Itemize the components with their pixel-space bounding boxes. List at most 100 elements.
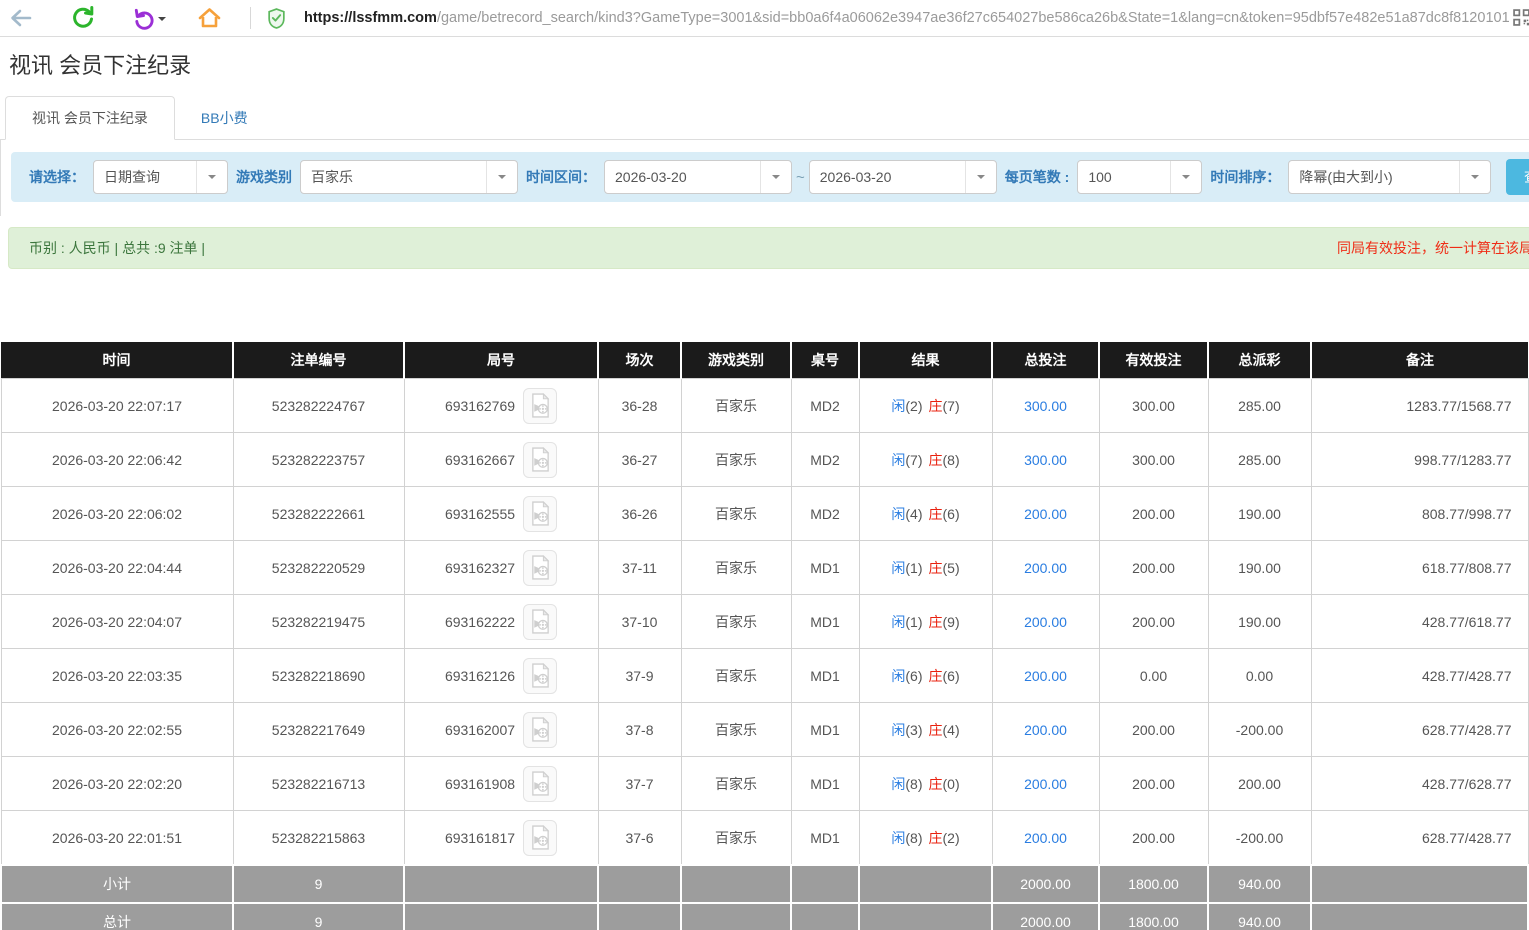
date-to-select[interactable]: 2026-03-20 — [809, 160, 997, 194]
cell-game-type: 百家乐 — [681, 703, 791, 757]
search-button[interactable]: 查询 — [1506, 159, 1529, 195]
video-replay-button[interactable] — [523, 820, 557, 856]
video-replay-button[interactable] — [523, 658, 557, 694]
cell-result: 闲(3)庄(4) — [859, 703, 992, 757]
browser-toolbar: https://lssfmm.com/game/betrecord_search… — [0, 0, 1529, 37]
video-replay-button[interactable] — [523, 712, 557, 748]
total-bet-link[interactable]: 300.00 — [1024, 452, 1067, 468]
header-payout: 总派彩 — [1208, 342, 1311, 379]
video-file-icon — [530, 825, 551, 850]
cell-round: 693161908 — [404, 757, 598, 811]
video-file-icon — [530, 663, 551, 688]
header-time: 时间 — [1, 342, 233, 379]
video-file-icon — [530, 609, 551, 634]
cell-payout: 0.00 — [1208, 649, 1311, 703]
qr-code-icon[interactable] — [1509, 9, 1529, 31]
tab-bb-tip[interactable]: BB小费 — [175, 97, 274, 139]
cell-payout: 285.00 — [1208, 379, 1311, 433]
chevron-down-icon[interactable] — [486, 161, 517, 193]
cell-session: 37-11 — [598, 541, 681, 595]
cell-game-type: 百家乐 — [681, 595, 791, 649]
cell-valid-bet: 200.00 — [1099, 595, 1208, 649]
video-replay-button[interactable] — [523, 550, 557, 586]
sort-order-label: 时间排序： — [1210, 167, 1280, 187]
grand-total-payout: 940.00 — [1208, 903, 1311, 930]
table-row: 2026-03-20 22:06:42 523282223757 6931626… — [1, 433, 1528, 487]
chevron-down-icon[interactable] — [965, 161, 996, 193]
cell-total-bet: 200.00 — [992, 757, 1099, 811]
total-bet-link[interactable]: 200.00 — [1024, 722, 1067, 738]
video-replay-button[interactable] — [523, 496, 557, 532]
game-type-label: 游戏类别 — [236, 167, 292, 187]
total-bet-link[interactable]: 200.00 — [1024, 776, 1067, 792]
result-banker-label: 庄 — [929, 614, 943, 630]
total-bet-link[interactable]: 300.00 — [1024, 398, 1067, 414]
cell-bet-id: 523282215863 — [233, 811, 404, 866]
total-bet-link[interactable]: 200.00 — [1024, 560, 1067, 576]
undo-dropdown-caret[interactable] — [158, 17, 166, 25]
cell-payout: -200.00 — [1208, 811, 1311, 866]
summary-bar: 币别 : 人民币 | 总共 :9 注单 | 同局有效投注，统一计算在该局 — [8, 227, 1529, 269]
result-banker-score: (8) — [943, 452, 960, 468]
result-player-score: (2) — [905, 398, 922, 414]
cell-round: 693162007 — [404, 703, 598, 757]
chevron-down-icon[interactable] — [1170, 161, 1201, 193]
total-bet-link[interactable]: 200.00 — [1024, 614, 1067, 630]
table-header: 时间 注单编号 局号 场次 游戏类别 桌号 结果 总投注 有效投注 总派彩 备注 — [1, 342, 1528, 379]
total-bet-link[interactable]: 200.00 — [1024, 506, 1067, 522]
home-icon[interactable] — [196, 6, 222, 30]
result-player-label: 闲 — [891, 722, 905, 738]
cell-note: 428.77/618.77 — [1311, 595, 1528, 649]
result-banker-score: (6) — [943, 668, 960, 684]
video-replay-button[interactable] — [523, 766, 557, 802]
chevron-down-icon[interactable] — [196, 161, 227, 193]
cell-bet-id: 523282224767 — [233, 379, 404, 433]
address-bar[interactable]: https://lssfmm.com/game/betrecord_search… — [304, 10, 1529, 26]
security-shield-icon[interactable] — [267, 8, 286, 29]
total-bet-link[interactable]: 200.00 — [1024, 830, 1067, 846]
result-banker-label: 庄 — [929, 830, 943, 846]
chevron-down-icon[interactable] — [760, 161, 791, 193]
cell-payout: -200.00 — [1208, 703, 1311, 757]
date-from-select[interactable]: 2026-03-20 — [604, 160, 792, 194]
video-replay-button[interactable] — [523, 442, 557, 478]
tab-content-panel: 请选择： 日期查询 游戏类别 百家乐 时间区间： 2026-03-20 ~ 20… — [0, 140, 1529, 216]
cell-round: 693162555 — [404, 487, 598, 541]
toolbar-divider — [250, 7, 251, 29]
cell-total-bet: 300.00 — [992, 379, 1099, 433]
tab-bet-records[interactable]: 视讯 会员下注纪录 — [5, 96, 175, 140]
cell-round: 693162327 — [404, 541, 598, 595]
cell-time: 2026-03-20 22:02:20 — [1, 757, 233, 811]
cell-total-bet: 200.00 — [992, 595, 1099, 649]
result-banker-label: 庄 — [929, 722, 943, 738]
page-size-label: 每页笔数 : — [1005, 167, 1070, 187]
cell-result: 闲(7)庄(8) — [859, 433, 992, 487]
result-player-label: 闲 — [891, 776, 905, 792]
chevron-down-icon[interactable] — [1459, 161, 1490, 193]
cell-total-bet: 200.00 — [992, 487, 1099, 541]
bet-table-body: 2026-03-20 22:07:17 523282224767 6931627… — [1, 379, 1528, 866]
page-size-select[interactable]: 100 — [1077, 160, 1202, 194]
cell-note: 998.77/1283.77 — [1311, 433, 1528, 487]
result-player-score: (6) — [905, 668, 922, 684]
refresh-icon[interactable] — [70, 6, 96, 30]
undo-icon[interactable] — [130, 7, 156, 30]
result-banker-score: (4) — [943, 722, 960, 738]
summary-currency-count: 币别 : 人民币 | 总共 :9 注单 | — [29, 238, 205, 258]
total-bet-link[interactable]: 200.00 — [1024, 668, 1067, 684]
video-file-icon — [530, 555, 551, 580]
back-icon[interactable] — [8, 7, 34, 29]
cell-note: 618.77/808.77 — [1311, 541, 1528, 595]
video-replay-button[interactable] — [523, 604, 557, 640]
game-type-select[interactable]: 百家乐 — [300, 160, 518, 194]
round-id: 693162222 — [445, 614, 515, 630]
cell-time: 2026-03-20 22:04:07 — [1, 595, 233, 649]
result-player-label: 闲 — [891, 830, 905, 846]
header-result: 结果 — [859, 342, 992, 379]
cell-bet-id: 523282219475 — [233, 595, 404, 649]
sort-order-select[interactable]: 降幂(由大到小) — [1288, 160, 1491, 194]
query-type-select[interactable]: 日期查询 — [93, 160, 228, 194]
cell-round: 693162126 — [404, 649, 598, 703]
cell-valid-bet: 200.00 — [1099, 487, 1208, 541]
video-replay-button[interactable] — [523, 388, 557, 424]
